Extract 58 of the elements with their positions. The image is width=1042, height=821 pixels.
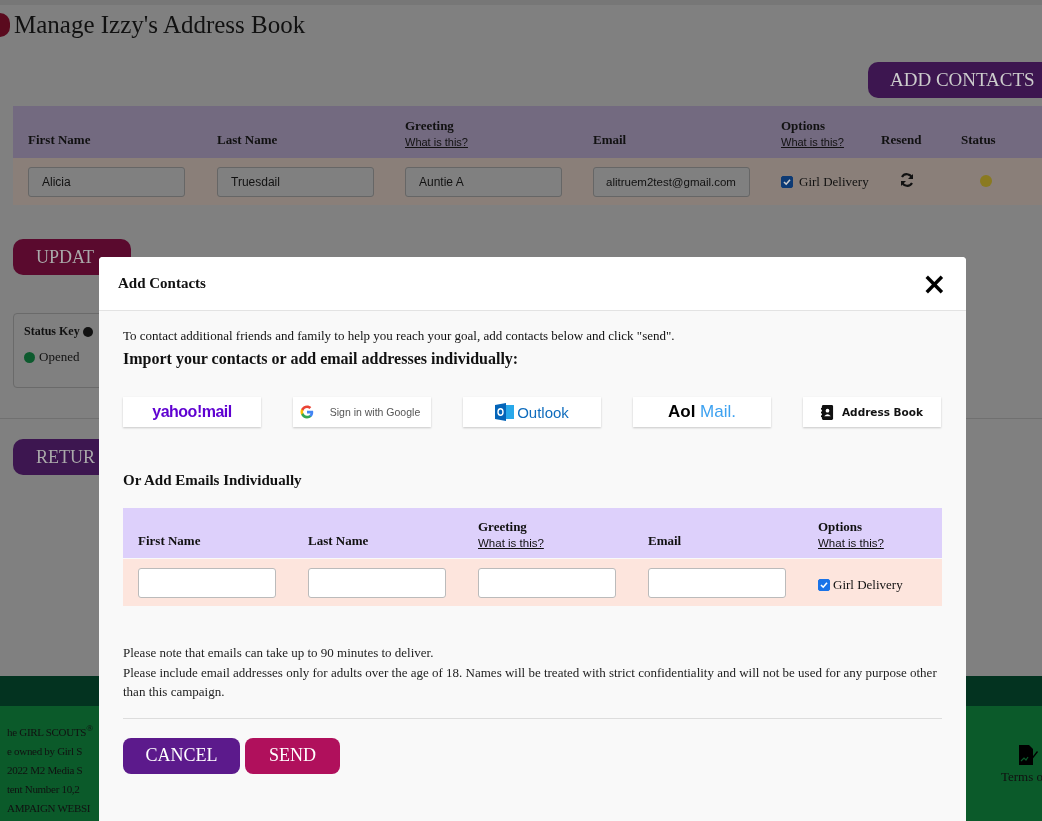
text-field[interactable] [138,567,276,598]
check-icon [819,580,829,590]
check-icon [782,176,792,187]
google-sign-in-button[interactable]: Sign in with Google [293,397,431,427]
yahoo-mail-button[interactable]: yahoo!mail [123,397,261,427]
text-field[interactable]: alitruem2test@gmail.com [593,166,750,197]
column-header: Greeting [405,118,454,134]
help-link[interactable]: What is this? [781,136,844,148]
column-header: Last Name [308,533,369,549]
footer-text: he GIRL SCOUTS$^{®}$ [7,722,93,740]
help-icon[interactable] [82,326,93,337]
column-header: Resend [881,132,922,148]
column-header: Greeting [478,519,527,535]
help-link[interactable]: What is this? [818,537,884,549]
page-title: Manage Izzy's Address Book [14,11,306,39]
footer-text: tent Number 10,2 [7,781,81,797]
note-text: Please note that emails can take up to 90 minutes to deliver. [123,644,435,662]
document-pen-icon[interactable] [1018,744,1038,766]
text-field[interactable] [648,567,786,598]
intro-text: To contact additional friends and family to help you reach your goal, add contacts below and click "send". [123,328,676,344]
outlook-icon [495,403,516,421]
footer-text: e owned by Girl S [7,743,83,759]
text-field[interactable] [478,567,616,598]
help-link[interactable]: What is this? [478,537,544,549]
column-header: First Name [28,132,91,148]
text-field[interactable] [308,567,446,598]
footer-text: 2022 M2 Media S [7,762,84,778]
dialog-title: Add Contacts [118,275,206,292]
girl-delivery-checkbox[interactable]: Girl Delivery [818,577,903,593]
aol-mail-button[interactable]: Aol Mail. [633,397,771,427]
text-field[interactable]: Alicia [28,166,185,197]
status-key-title: Status Key [24,324,80,339]
section-heading: Or Add Emails Individually [123,472,303,489]
address-book-button[interactable]: Address Book [803,397,941,427]
outlook-button[interactable]: Outlook [463,397,601,427]
refresh-icon[interactable] [899,171,915,188]
column-header: Last Name [217,132,278,148]
column-header: First Name [138,533,201,549]
close-button[interactable]: × [921,268,947,299]
girl-delivery-checkbox[interactable]: Girl Delivery [781,173,869,190]
cancel-button[interactable]: CANCEL [123,737,240,774]
column-header: Status [961,132,996,148]
column-header: Email [648,533,682,549]
add-contacts-button[interactable]: ADD CONTACTS [868,62,1042,98]
text-field[interactable]: Truesdail [217,166,374,197]
column-header: Options [781,118,826,134]
footer-text: AMPAIGN WEBSI [7,800,92,816]
section-heading: Import your contacts or add email addresses individually: [123,350,520,368]
column-header: Options [818,519,863,535]
text-field[interactable]: Auntie A [405,166,562,197]
status-label: Opened [39,349,80,365]
note-text: Please include email addresses only for adults over the age of 18. Names will be treated with strict confidentiality and will not be used for any purpose other than this campaign. [123,663,938,701]
address-book-icon [821,404,834,420]
logo-icon [0,13,10,37]
help-link[interactable]: What is this? [405,136,468,148]
column-header: Email [593,132,627,148]
send-button[interactable]: SEND [245,737,340,774]
google-icon [299,405,314,419]
